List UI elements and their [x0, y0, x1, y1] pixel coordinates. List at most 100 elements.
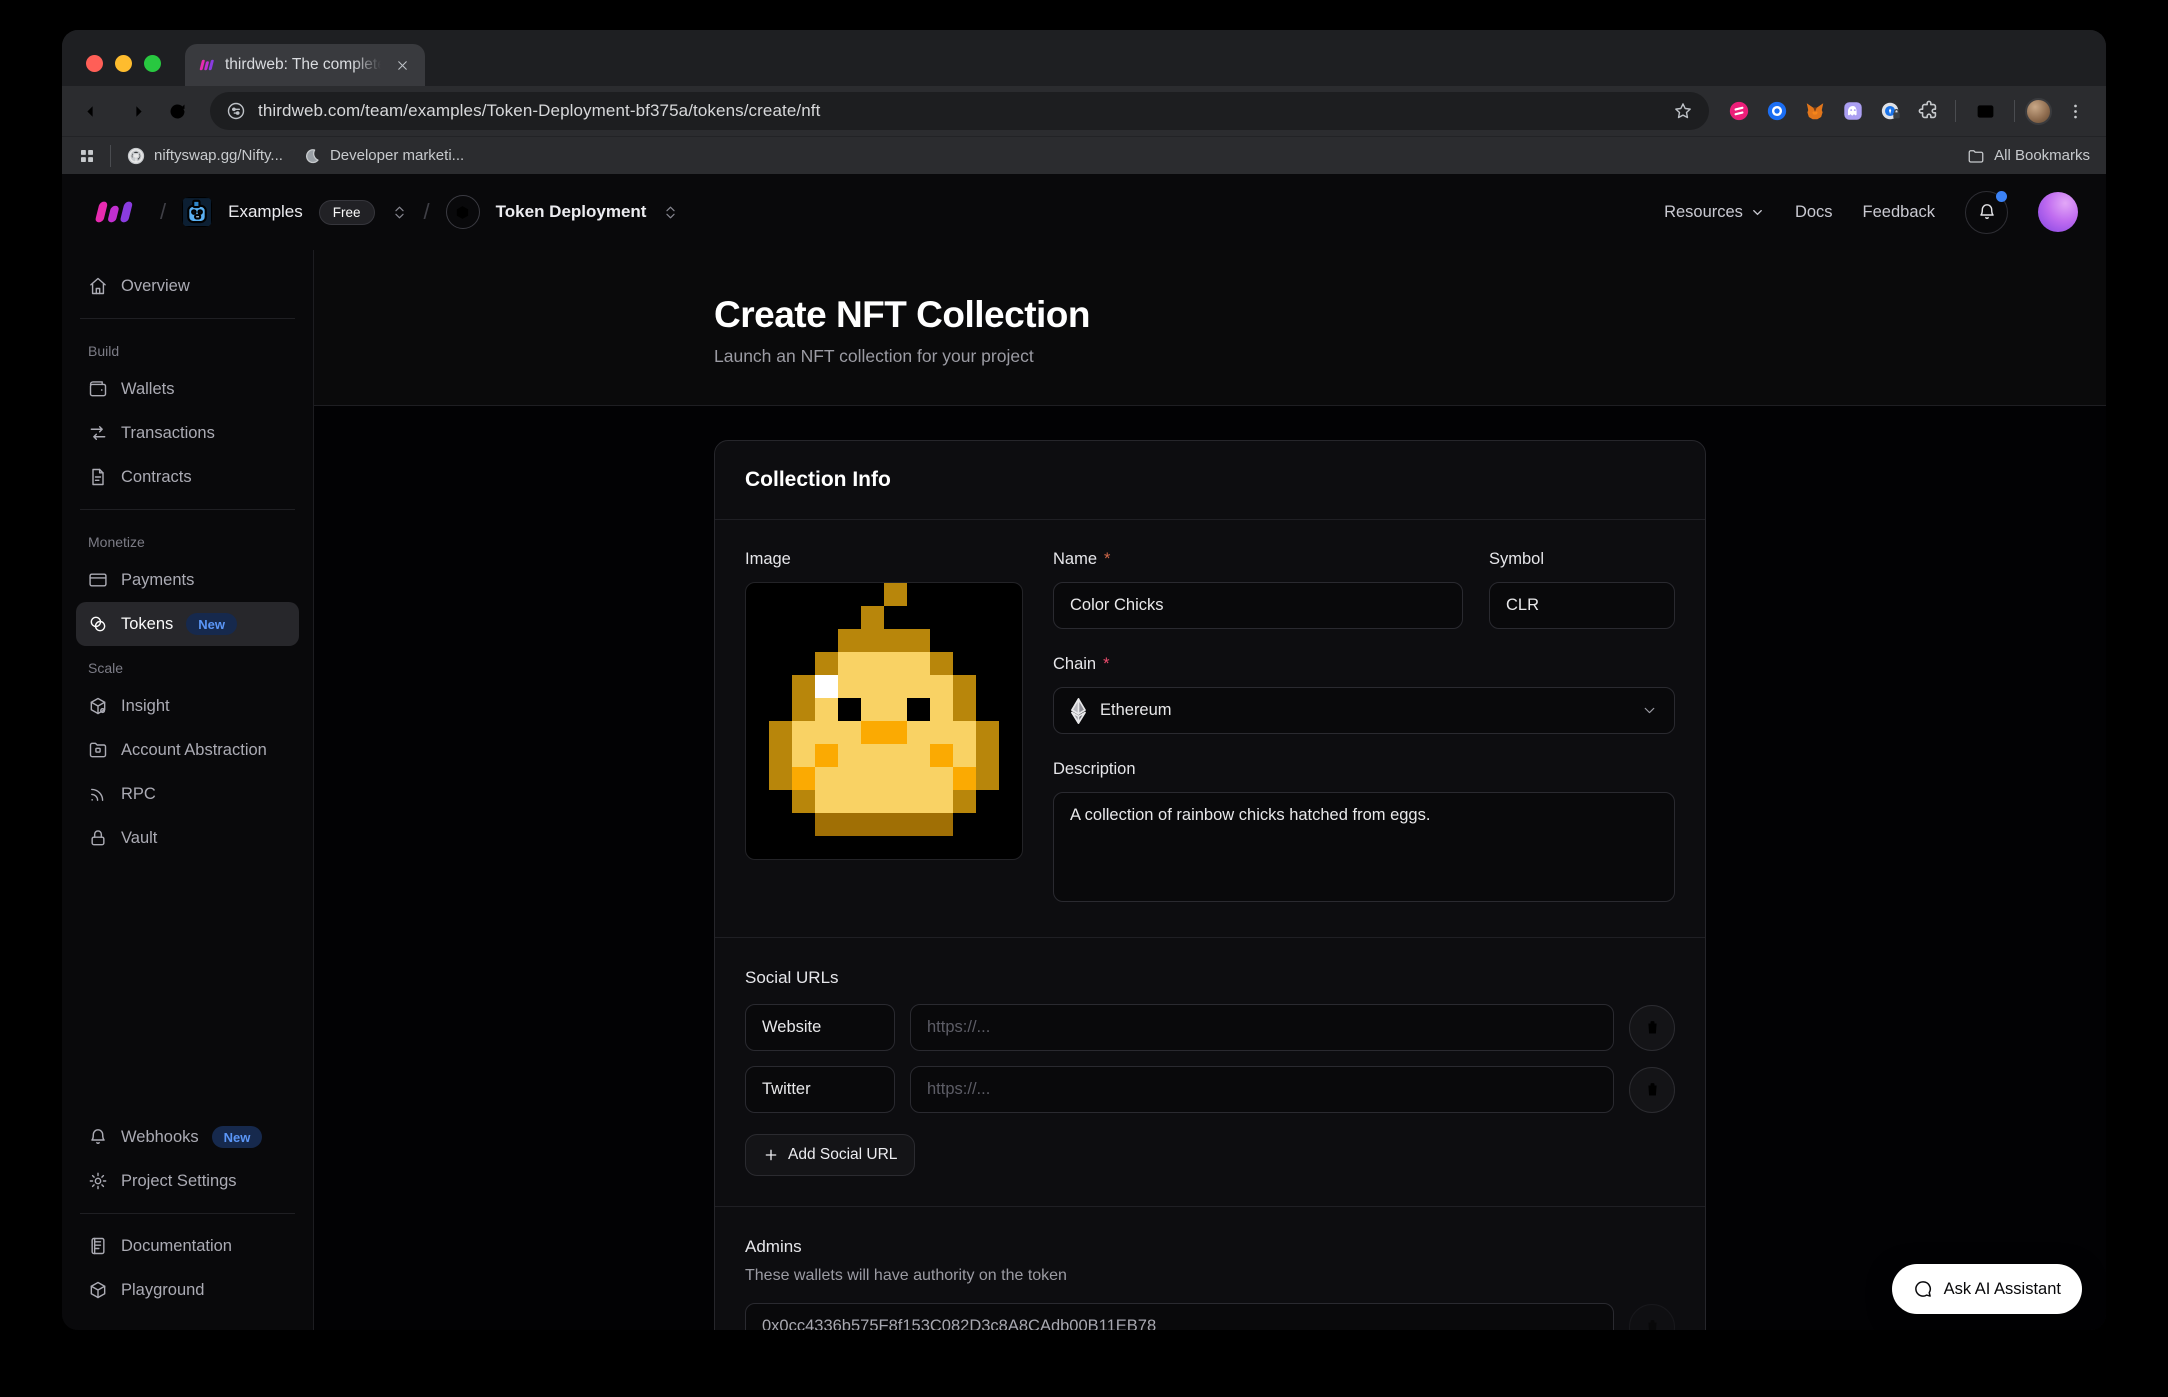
extensions-row — [1723, 95, 1945, 127]
sidebar-item-label: Account Abstraction — [121, 741, 267, 760]
nav-feedback[interactable]: Feedback — [1863, 203, 1935, 222]
project-name[interactable]: Token Deployment — [496, 202, 647, 222]
browser-window: thirdweb: The complete web3 thirdweb.com… — [62, 30, 2106, 1330]
social-url-input[interactable] — [910, 1004, 1614, 1051]
symbol-input[interactable] — [1489, 582, 1675, 629]
refresh-button[interactable] — [158, 92, 196, 130]
sidebar-item-tokens[interactable]: TokensNew — [76, 602, 299, 646]
extension-puzzle-icon[interactable] — [1913, 95, 1945, 127]
back-button[interactable] — [74, 92, 112, 130]
extension-password-manager-icon[interactable] — [1875, 95, 1907, 127]
sidebar-item-label: Contracts — [121, 468, 192, 487]
sidebar-item-playground[interactable]: Playground — [76, 1268, 299, 1312]
social-url-row — [745, 1066, 1675, 1113]
ask-ai-assistant-button[interactable]: Ask AI Assistant — [1892, 1264, 2082, 1314]
description-label: Description — [1053, 760, 1136, 779]
notifications-button[interactable] — [1965, 191, 2008, 234]
delete-admin-button[interactable] — [1629, 1304, 1675, 1331]
address-bar[interactable]: thirdweb.com/team/examples/Token-Deploym… — [210, 92, 1709, 130]
forward-button[interactable] — [116, 92, 154, 130]
browser-profile-avatar[interactable] — [2025, 98, 2052, 125]
sidebar-item-documentation[interactable]: Documentation — [76, 1224, 299, 1268]
sidebar-divider — [80, 318, 295, 319]
close-window-button[interactable] — [86, 55, 103, 72]
chevron-down-icon — [1641, 702, 1658, 719]
team-name[interactable]: Examples — [228, 202, 303, 222]
sidebar-section-label: Build — [88, 343, 299, 359]
name-input[interactable] — [1053, 582, 1463, 629]
tokens-icon — [88, 614, 108, 634]
all-bookmarks-label[interactable]: All Bookmarks — [1994, 147, 2090, 164]
admin-address-input[interactable] — [745, 1303, 1614, 1330]
sidebar-item-insight[interactable]: Insight — [76, 684, 299, 728]
delete-social-url-button[interactable] — [1629, 1067, 1675, 1113]
team-switcher-icon[interactable] — [391, 204, 408, 221]
url-text[interactable]: thirdweb.com/team/examples/Token-Deploym… — [258, 101, 1661, 121]
bookmark-label: niftyswap.gg/Nifty... — [154, 147, 283, 164]
extension-pink-wave-icon[interactable] — [1723, 95, 1755, 127]
sidebar-item-wallets[interactable]: Wallets — [76, 367, 299, 411]
apps-grid-icon[interactable] — [78, 147, 96, 165]
sidebar-item-payments[interactable]: Payments — [76, 558, 299, 602]
symbol-label: Symbol — [1489, 550, 1544, 569]
nav-docs[interactable]: Docs — [1795, 203, 1833, 222]
card-title: Collection Info — [715, 441, 1705, 520]
sidebar-item-account-abstraction[interactable]: Account Abstraction — [76, 728, 299, 772]
add-social-url-button[interactable]: Add Social URL — [745, 1134, 915, 1176]
team-avatar[interactable] — [182, 197, 212, 227]
admins-title: Admins — [745, 1237, 1675, 1257]
social-url-input[interactable] — [910, 1066, 1614, 1113]
social-url-row — [745, 1004, 1675, 1051]
delete-social-url-button[interactable] — [1629, 1005, 1675, 1051]
sidebar-item-project-settings[interactable]: Project Settings — [76, 1159, 299, 1203]
transactions-icon — [88, 423, 108, 443]
new-tab-button[interactable] — [433, 48, 467, 82]
social-platform-input[interactable] — [745, 1004, 895, 1051]
extension-metamask-icon[interactable] — [1799, 95, 1831, 127]
sidebar-item-label: Vault — [121, 829, 157, 848]
social-platform-input[interactable] — [745, 1066, 895, 1113]
extension-blue-ring-icon[interactable] — [1761, 95, 1793, 127]
extension-phantom-icon[interactable] — [1837, 95, 1869, 127]
tab-close-icon[interactable] — [391, 54, 413, 76]
collection-image-upload[interactable] — [745, 582, 1023, 860]
tab-search-icon[interactable] — [1966, 92, 2004, 130]
maximize-window-button[interactable] — [144, 55, 161, 72]
sidebar-item-overview[interactable]: Overview — [76, 264, 299, 308]
new-badge: New — [212, 1126, 263, 1148]
site-settings-icon[interactable] — [226, 101, 246, 121]
sidebar-item-vault[interactable]: Vault — [76, 816, 299, 860]
bookmark-item[interactable]: niftyswap.gg/Nifty... — [117, 142, 293, 170]
sidebar-item-webhooks[interactable]: WebhooksNew — [76, 1115, 299, 1159]
sidebar-divider — [80, 1213, 295, 1214]
bookmark-star-icon[interactable] — [1673, 101, 1693, 121]
bookmark-item[interactable]: Developer marketi... — [293, 142, 474, 170]
image-label: Image — [745, 550, 1023, 569]
browser-tab[interactable]: thirdweb: The complete web3 — [185, 44, 425, 86]
insight-icon — [88, 696, 108, 716]
page-subtitle: Launch an NFT collection for your projec… — [714, 346, 1706, 367]
name-label: Name — [1053, 550, 1097, 569]
social-urls-title: Social URLs — [745, 968, 1675, 988]
tab-title: thirdweb: The complete web3 — [225, 56, 381, 74]
bell-icon — [88, 1127, 108, 1147]
chain-select[interactable]: Ethereum — [1053, 687, 1675, 734]
description-textarea[interactable]: A collection of rainbow chicks hatched f… — [1053, 792, 1675, 902]
account-avatar[interactable] — [2038, 192, 2078, 232]
thirdweb-logo[interactable] — [90, 199, 144, 225]
sidebar-item-rpc[interactable]: RPC — [76, 772, 299, 816]
project-switcher-icon[interactable] — [662, 204, 679, 221]
sidebar-divider — [80, 509, 295, 510]
sidebar-item-contracts[interactable]: Contracts — [76, 455, 299, 499]
page-header: Create NFT Collection Launch an NFT coll… — [314, 250, 2106, 406]
account-icon — [88, 740, 108, 760]
notification-dot — [1996, 191, 2007, 202]
window-controls[interactable] — [86, 55, 161, 72]
rpc-icon — [88, 784, 108, 804]
sidebar-item-transactions[interactable]: Transactions — [76, 411, 299, 455]
pixel-chick-image — [746, 583, 1022, 859]
gear-icon — [88, 1171, 108, 1191]
nav-resources[interactable]: Resources — [1664, 203, 1765, 222]
minimize-window-button[interactable] — [115, 55, 132, 72]
browser-menu-icon[interactable] — [2056, 92, 2094, 130]
